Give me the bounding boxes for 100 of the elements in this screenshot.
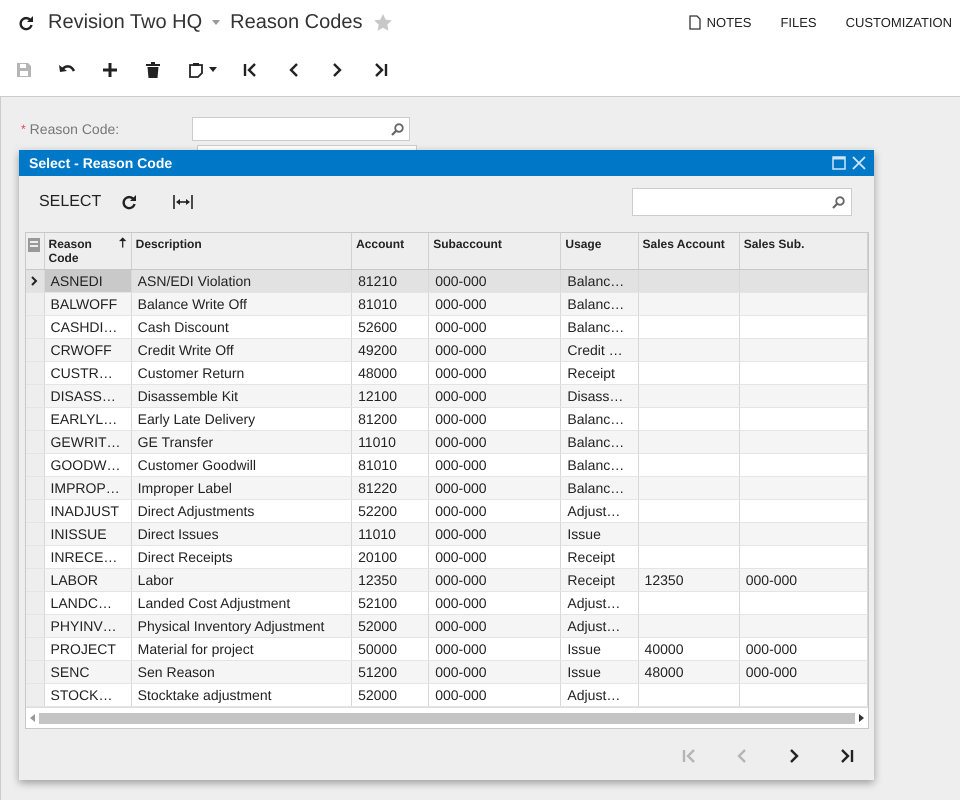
table-cell: PROJECT <box>50 641 116 657</box>
table-cell: 000-000 <box>435 480 487 496</box>
fit-columns-icon[interactable] <box>173 195 194 209</box>
table-cell: 81220 <box>358 480 397 496</box>
refresh-icon[interactable] <box>121 194 138 210</box>
header-link[interactable]: NOTES <box>688 15 752 30</box>
header-link[interactable]: FILES <box>780 15 817 30</box>
table-cell: INRECE… <box>50 549 118 565</box>
clipboard-icon[interactable] <box>187 61 205 79</box>
table-cell: 000-000 <box>435 457 487 473</box>
table-cell: Credit Write Off <box>138 342 234 358</box>
table-cell: Direct Issues <box>138 526 219 542</box>
table-cell: CASHDI… <box>50 319 118 335</box>
table-cell: Issue <box>567 526 601 542</box>
table-cell: EARLYL… <box>50 411 118 427</box>
header-link[interactable]: CUSTOMIZATION <box>846 15 952 30</box>
table-cell: 48000 <box>358 365 397 381</box>
search-icon[interactable] <box>390 122 404 136</box>
table-cell: 12100 <box>358 388 397 404</box>
table-row[interactable]: CRWOFF Credit Write Off 49200 000-000 Credit … <box>26 338 868 362</box>
column-header[interactable]: Description <box>136 237 202 251</box>
column-header[interactable]: Usage <box>565 237 602 251</box>
table-cell: 48000 <box>644 664 684 680</box>
column-header[interactable]: Sales Sub. <box>744 237 804 251</box>
table-cell: 52000 <box>358 687 397 703</box>
table-cell: SENC <box>50 664 90 680</box>
table-cell: Receipt <box>567 365 615 381</box>
table-row[interactable]: SENC Sen Reason 51200 000-000 Issue 48000 000-000 <box>26 660 868 684</box>
table-cell: 000-000 <box>435 388 487 404</box>
table-cell: Adjust… <box>567 595 620 611</box>
table-cell: 000-000 <box>435 572 487 588</box>
table-cell: 000-000 <box>435 411 487 427</box>
refresh-icon[interactable] <box>18 14 34 30</box>
search-field[interactable] <box>632 188 852 216</box>
maximize-icon[interactable] <box>832 156 846 170</box>
table-cell: 81200 <box>358 411 397 427</box>
table-cell: Customer Goodwill <box>138 457 256 473</box>
table-row[interactable]: DISASS… Disassemble Kit 12100 000-000 Disass… <box>26 384 868 408</box>
table-cell: Balanc… <box>567 457 624 473</box>
table-row[interactable]: LABOR Labor 12350 000-000 Receipt 12350 000-000 <box>26 568 868 592</box>
table-row[interactable]: INISSUE Direct Issues 11010 000-000 Issue <box>26 522 868 546</box>
table-cell: 51200 <box>358 664 397 680</box>
scroll-right-icon[interactable] <box>859 714 864 722</box>
row-pointer-icon <box>31 276 38 286</box>
table-cell: Disass… <box>567 388 624 404</box>
table-row[interactable]: ASNEDI ASN/EDI Violation 81210 000-000 Balanc… <box>26 270 868 292</box>
document-icon <box>688 15 701 30</box>
reason-code-field[interactable] <box>192 117 410 141</box>
table-cell: INADJUST <box>50 503 119 519</box>
table-cell: 000-000 <box>435 618 487 634</box>
table-cell: Customer Return <box>138 365 244 381</box>
table-cell: Adjust… <box>567 618 620 634</box>
table-cell: 000-000 <box>435 595 487 611</box>
star-icon[interactable] <box>374 14 392 31</box>
field-label: Reason Code: <box>30 121 120 137</box>
table-cell: LANDC… <box>50 595 112 611</box>
scroll-left-icon[interactable] <box>30 714 35 722</box>
table-cell: 000-000 <box>746 664 798 680</box>
table-cell: Issue <box>567 641 601 657</box>
table-cell: LABOR <box>50 572 98 588</box>
caret-icon[interactable] <box>209 67 217 73</box>
table-cell: Early Late Delivery <box>138 411 256 427</box>
table-cell: Issue <box>567 664 601 680</box>
table-cell: Labor <box>138 572 174 588</box>
table-cell: Material for project <box>138 641 254 657</box>
table-cell: 52200 <box>358 503 397 519</box>
table-cell: DISASS… <box>50 388 116 404</box>
table-row[interactable]: BALWOFF Balance Write Off 81010 000-000 Balanc… <box>26 292 868 316</box>
table-cell: 11010 <box>358 526 396 542</box>
table-cell: 000-000 <box>435 365 487 381</box>
table-cell: Balanc… <box>567 319 624 335</box>
table-cell: 40000 <box>644 641 684 657</box>
table-cell: Disassemble Kit <box>138 388 238 404</box>
table-cell: Balanc… <box>567 296 624 312</box>
table-row[interactable]: PHYINV… Physical Inventory Adjustment 52000 000-000 Adjust… <box>26 614 868 638</box>
table-cell: Physical Inventory Adjustment <box>138 618 324 634</box>
table-row[interactable]: GEWRIT… GE Transfer 11010 000-000 Balanc… <box>26 430 868 454</box>
search-icon[interactable] <box>832 196 845 208</box>
company-name[interactable]: Revision Two HQ <box>48 11 202 34</box>
table-cell: Balanc… <box>567 434 624 450</box>
select-button[interactable]: SELECT <box>31 187 110 217</box>
table-cell: 81210 <box>358 273 397 289</box>
plus-icon[interactable] <box>101 61 119 79</box>
table-cell: Balance Write Off <box>138 296 247 312</box>
table-row[interactable]: STOCK… Stocktake adjustment 52000 000-000 Adjust… <box>26 684 868 706</box>
table-cell: CUSTR… <box>50 365 113 381</box>
table-cell: 11010 <box>358 434 396 450</box>
table-row[interactable]: IMPROP… Improper Label 81220 000-000 Balanc… <box>26 476 868 500</box>
table-cell: 12350 <box>358 572 397 588</box>
column-header[interactable]: Subaccount <box>433 237 502 251</box>
table-cell: 000-000 <box>435 296 487 312</box>
table-cell: 52100 <box>358 595 397 611</box>
table-cell: Balanc… <box>567 411 624 427</box>
trash-icon[interactable] <box>144 61 162 79</box>
close-icon[interactable] <box>852 156 866 170</box>
table-cell: 81010 <box>358 457 397 473</box>
table-cell: 000-000 <box>435 342 487 358</box>
page-title: Reason Codes <box>230 11 362 34</box>
table-cell: Direct Receipts <box>138 549 233 565</box>
table-cell: STOCK… <box>50 687 113 703</box>
